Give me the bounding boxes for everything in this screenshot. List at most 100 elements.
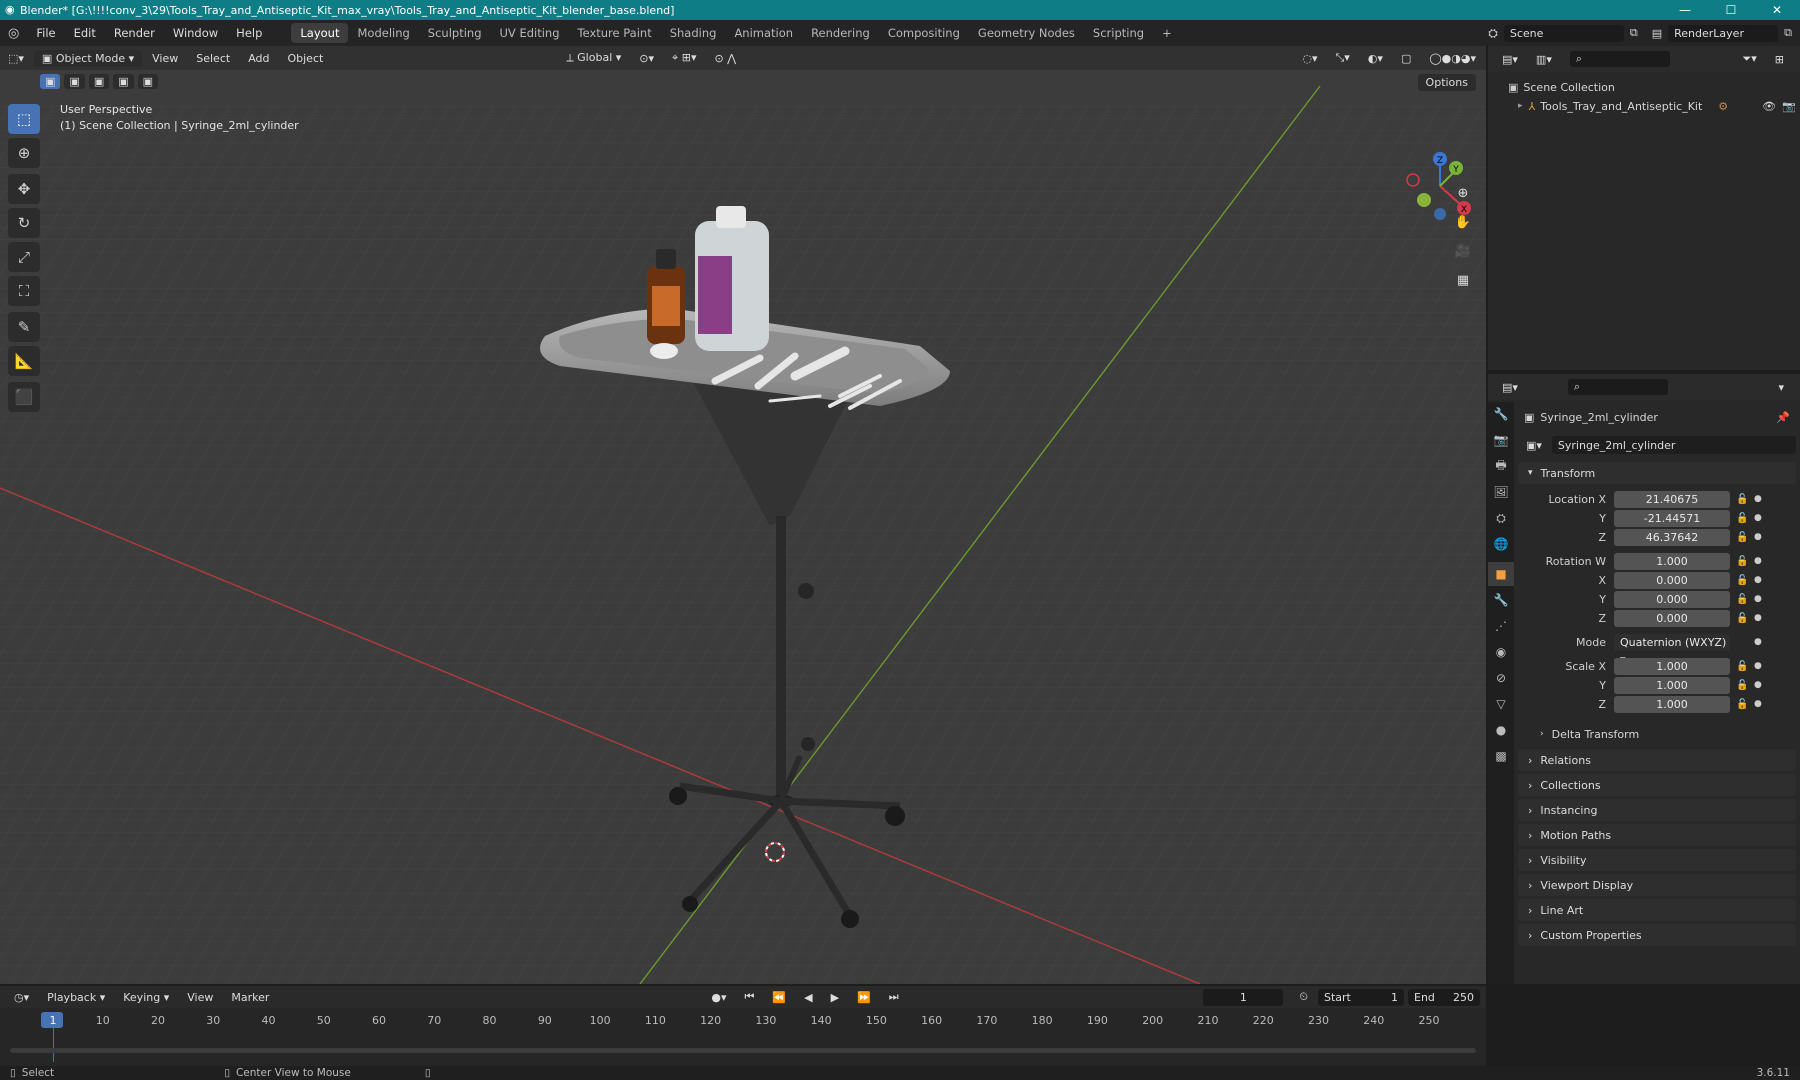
scene-tab-icon[interactable]: ⛭ <box>1488 506 1514 530</box>
view-layer-selector[interactable]: RenderLayer <box>1668 24 1779 42</box>
expand-arrow-icon[interactable]: ▸ <box>1518 97 1523 116</box>
keyframe-dot-icon[interactable]: ● <box>1754 494 1764 504</box>
motion-paths-section[interactable]: › Motion Paths <box>1518 824 1796 846</box>
maximize-button[interactable]: ☐ <box>1708 3 1754 17</box>
output-tab-icon[interactable]: 🖶 <box>1488 454 1514 478</box>
select-subtract-icon[interactable]: ▣ <box>88 74 110 89</box>
keyframe-dot-icon[interactable]: ● <box>1754 532 1764 542</box>
tab-layout[interactable]: Layout <box>291 23 349 43</box>
end-frame-field[interactable]: End 250 <box>1408 988 1480 1006</box>
particles-tab-icon[interactable]: ⋰ <box>1488 614 1514 638</box>
menu-file[interactable]: File <box>27 26 64 40</box>
rotation-y-field[interactable]: 0.000 <box>1614 590 1730 608</box>
delta-transform-header[interactable]: › Delta Transform <box>1518 723 1796 745</box>
lock-icon[interactable]: 🔓 <box>1736 680 1750 691</box>
next-keyframe-icon[interactable]: ⏩ <box>849 989 879 1006</box>
timeline-view-menu[interactable]: View <box>179 989 221 1006</box>
properties-search-input[interactable]: ⌕ <box>1567 379 1668 395</box>
xray-toggle-icon[interactable]: ▢ <box>1393 50 1419 67</box>
location-y-field[interactable]: -21.44571 <box>1614 509 1730 527</box>
tab-sculpting[interactable]: Sculpting <box>419 23 491 43</box>
collections-section[interactable]: › Collections <box>1518 774 1796 796</box>
play-reverse-icon[interactable]: ◀ <box>796 989 820 1006</box>
antiseptic-bottle-large[interactable] <box>695 206 769 351</box>
close-button[interactable]: ✕ <box>1754 3 1800 17</box>
marker-menu[interactable]: Marker <box>223 989 277 1006</box>
tab-rendering[interactable]: Rendering <box>802 23 879 43</box>
record-icon[interactable]: ●▾ <box>703 989 734 1006</box>
display-mode-icon[interactable]: ▥▾ <box>1528 51 1560 68</box>
select-extend-icon[interactable]: ▣ <box>64 74 85 89</box>
options-dropdown[interactable]: Options <box>1417 74 1476 91</box>
rotation-z-field[interactable]: 0.000 <box>1614 609 1730 627</box>
tab-compositing[interactable]: Compositing <box>879 23 969 43</box>
tab-shading[interactable]: Shading <box>661 23 726 43</box>
jump-end-icon[interactable]: ⏭ <box>881 988 907 1006</box>
menu-add[interactable]: Add <box>240 50 277 67</box>
eye-visibility-icon[interactable]: 👁 <box>1762 97 1776 116</box>
render-tab-icon[interactable]: 📷 <box>1488 428 1514 452</box>
lock-icon[interactable]: 🔓 <box>1736 494 1750 505</box>
select-box-tool-icon[interactable]: ⬚ <box>8 104 40 134</box>
select-intersect-icon[interactable]: ▣ <box>137 74 159 89</box>
minimize-button[interactable]: — <box>1662 3 1708 17</box>
physics-tab-icon[interactable]: ◉ <box>1488 640 1514 664</box>
playback-menu[interactable]: Playback ▾ <box>39 989 113 1006</box>
scale-tool-icon[interactable]: ⤢ <box>8 242 40 272</box>
menu-select[interactable]: Select <box>188 50 238 67</box>
viewport-scene[interactable]: Z X Y <box>0 46 1486 984</box>
select-invert-icon[interactable]: ▣ <box>113 74 134 89</box>
rotate-tool-icon[interactable]: ↻ <box>8 208 40 238</box>
shading-modes-icon[interactable]: ◯●◑◕▾ <box>1421 50 1484 67</box>
gizmo-toggle-icon[interactable]: ⤡▾ <box>1328 49 1358 67</box>
prev-keyframe-icon[interactable]: ⏪ <box>764 989 794 1006</box>
outliner-scene-collection[interactable]: ▣ Scene Collection <box>1508 78 1800 97</box>
properties-options-icon[interactable]: ▾ <box>1770 379 1792 396</box>
keyframe-dot-icon[interactable]: ● <box>1754 680 1764 690</box>
lock-icon[interactable]: 🔓 <box>1736 613 1750 624</box>
keyframe-dot-icon[interactable]: ● <box>1754 594 1764 604</box>
view-layer-icon[interactable]: ▤ <box>1652 27 1662 40</box>
annotate-tool-icon[interactable]: ✎ <box>8 312 40 342</box>
clock-icon[interactable]: ⏲ <box>1291 988 1316 1006</box>
editor-type-icon[interactable]: ⬚▾ <box>0 50 32 67</box>
tab-geometry-nodes[interactable]: Geometry Nodes <box>969 23 1084 43</box>
proportional-edit-icon[interactable]: ⊙ ⋀ <box>706 50 744 67</box>
material-tab-icon[interactable]: ● <box>1488 718 1514 742</box>
transform-tool-icon[interactable]: ⛶ <box>8 276 40 306</box>
pin-icon[interactable]: 📌 <box>1776 411 1790 424</box>
lock-icon[interactable]: 🔓 <box>1736 575 1750 586</box>
pivot-icon[interactable]: ⊙▾ <box>631 50 662 67</box>
menu-render[interactable]: Render <box>105 26 164 40</box>
jump-start-icon[interactable]: ⏮ <box>737 988 763 1006</box>
snap-icon[interactable]: ⌖ ⊞▾ <box>664 49 704 67</box>
cursor-tool-icon[interactable]: ⊕ <box>8 138 40 168</box>
viewport-display-section[interactable]: › Viewport Display <box>1518 874 1796 896</box>
tool-tab-icon[interactable]: 🔧 <box>1488 402 1514 426</box>
location-z-field[interactable]: 46.37642 <box>1614 528 1730 546</box>
custom-properties-section[interactable]: › Custom Properties <box>1518 924 1796 946</box>
constraints-tab-icon[interactable]: ⊘ <box>1488 666 1514 690</box>
lock-icon[interactable]: 🔓 <box>1736 661 1750 672</box>
render-camera-icon[interactable]: 📷 <box>1782 97 1796 116</box>
location-x-field[interactable]: 21.40675 <box>1614 490 1730 508</box>
new-view-layer-icon[interactable]: ⧉ <box>1784 26 1792 40</box>
keyframe-dot-icon[interactable]: ● <box>1754 513 1764 523</box>
rotation-w-field[interactable]: 1.000 <box>1614 552 1730 570</box>
tab-modeling[interactable]: Modeling <box>348 23 418 43</box>
world-tab-icon[interactable]: 🌐 <box>1488 532 1514 556</box>
data-tab-icon[interactable]: ▽ <box>1488 692 1514 716</box>
blender-menu-icon[interactable]: ◎ <box>8 26 19 41</box>
lock-icon[interactable]: 🔓 <box>1736 556 1750 567</box>
tab-texture-paint[interactable]: Texture Paint <box>569 23 661 43</box>
overlay-toggle-icon[interactable]: ◐▾ <box>1360 50 1391 67</box>
keyframe-dot-icon[interactable]: ● <box>1754 637 1764 647</box>
start-frame-field[interactable]: Start 1 <box>1318 988 1404 1006</box>
add-cube-tool-icon[interactable]: ⬛ <box>8 382 40 412</box>
lock-icon[interactable]: 🔓 <box>1736 532 1750 543</box>
current-frame-field[interactable]: 1 <box>1203 988 1284 1006</box>
relations-section[interactable]: › Relations <box>1518 749 1796 771</box>
tab-uv-editing[interactable]: UV Editing <box>491 23 569 43</box>
properties-editor-icon[interactable]: ▤▾ <box>1494 379 1526 396</box>
line-art-section[interactable]: › Line Art <box>1518 899 1796 921</box>
